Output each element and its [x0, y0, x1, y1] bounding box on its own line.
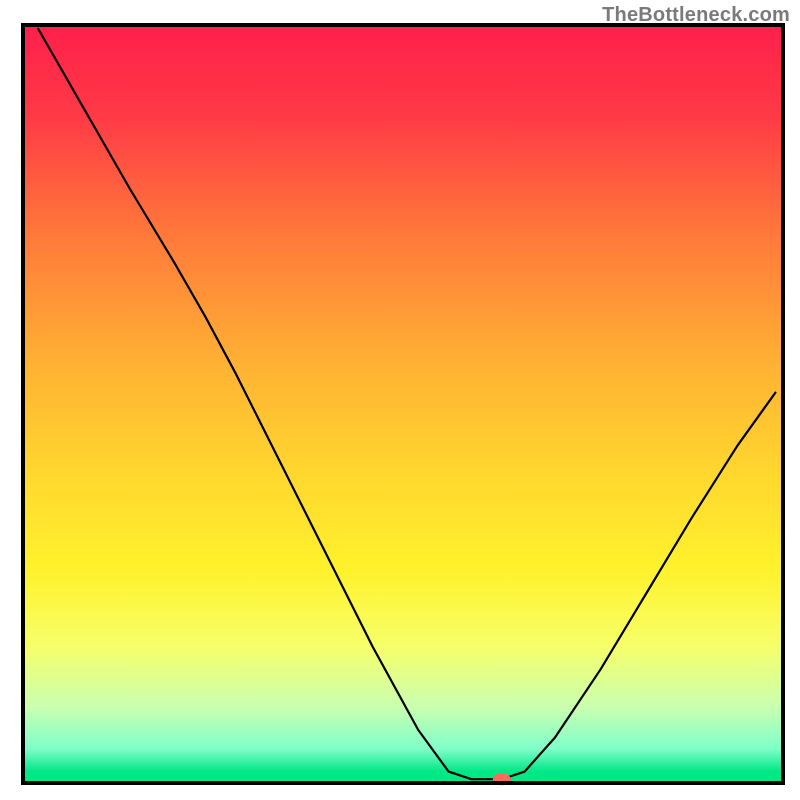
chart-container: { "watermark": "TheBottleneck.com", "cha… [0, 0, 800, 800]
bottleneck-chart [0, 0, 800, 800]
plot-background [23, 25, 783, 783]
watermark-text: TheBottleneck.com [602, 4, 790, 27]
plot-area [23, 25, 783, 785]
